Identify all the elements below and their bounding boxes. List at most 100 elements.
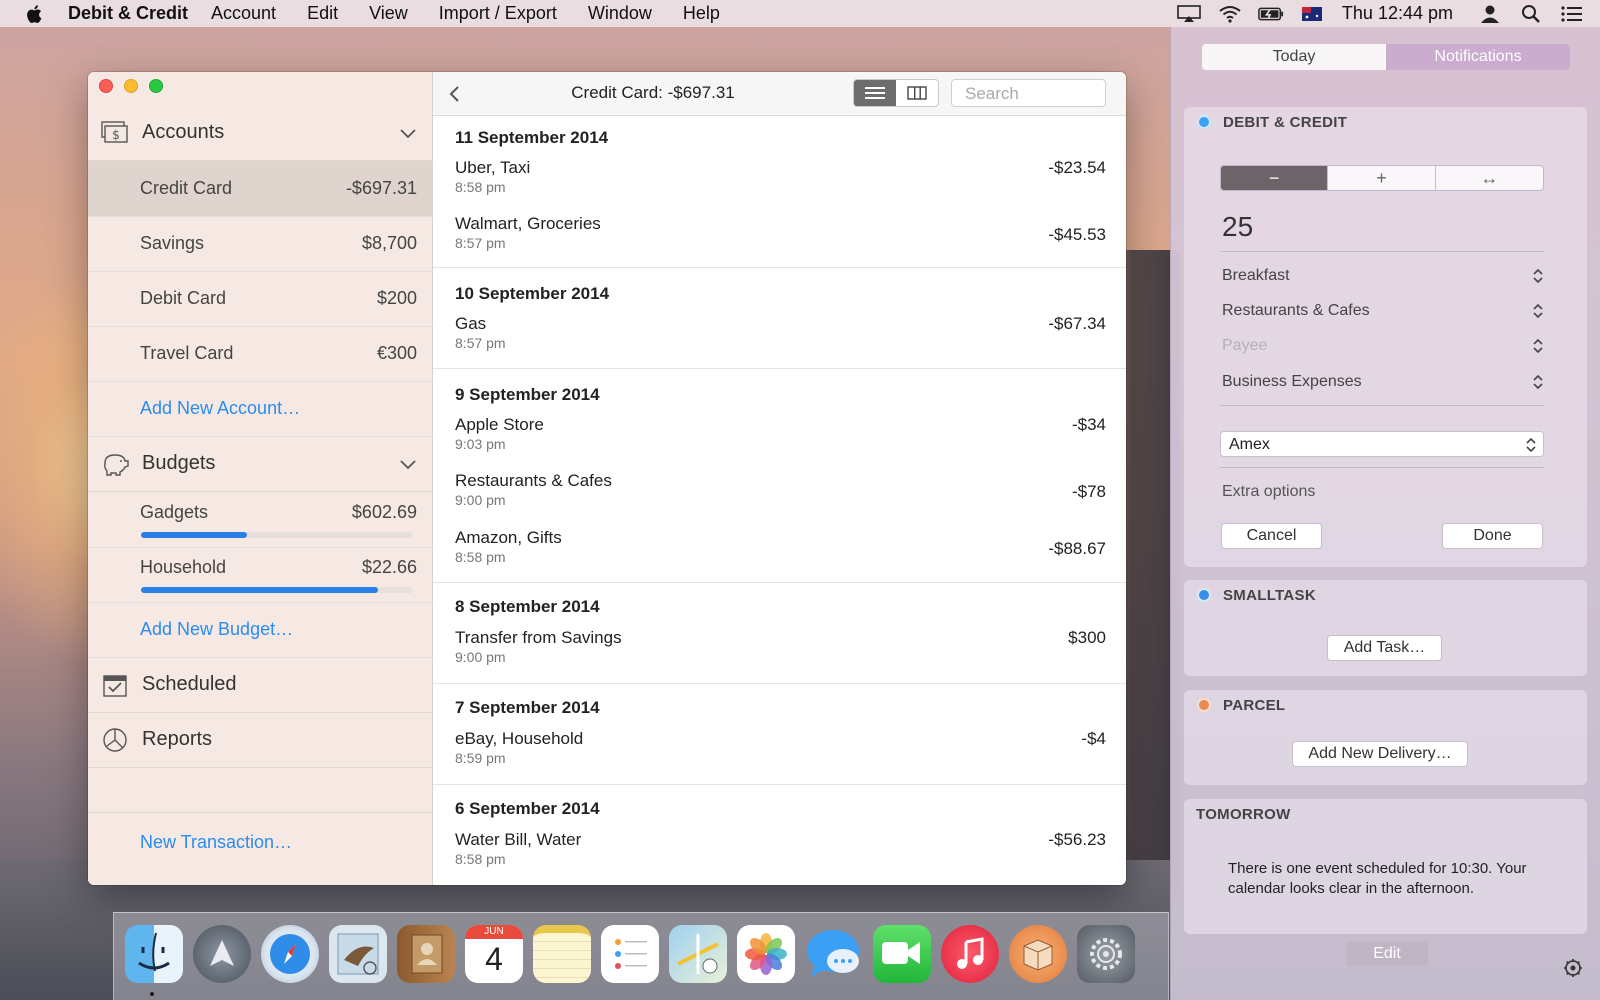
sidebar-item-savings[interactable]: Savings $8,700 — [88, 216, 433, 272]
svg-text:$: $ — [112, 128, 120, 142]
add-new-account-link[interactable]: Add New Account… — [88, 381, 433, 437]
running-app-indicator — [150, 992, 154, 996]
contacts-icon[interactable] — [397, 925, 455, 983]
transaction-name[interactable]: Amazon, Gifts — [455, 528, 562, 548]
menu-window[interactable]: Window — [588, 3, 652, 24]
battery-icon[interactable] — [1258, 4, 1284, 24]
tag-value: Business Expenses — [1222, 373, 1362, 390]
budgets-chevron-down-icon[interactable] — [399, 458, 417, 470]
add-task-button[interactable]: Add Task… — [1327, 635, 1442, 661]
airplay-icon[interactable] — [1176, 4, 1202, 24]
sidebar-item-budget-household[interactable]: Household $22.66 — [88, 547, 433, 603]
safari-icon[interactable] — [261, 925, 319, 983]
app-menu-name[interactable]: Debit & Credit — [68, 3, 188, 24]
messages-icon[interactable] — [805, 925, 863, 983]
sidebar-item-budget-gadgets[interactable]: Gadgets $602.69 — [88, 492, 433, 548]
sidebar-item-debit-card[interactable]: Debit Card $200 — [88, 271, 433, 327]
parcel-app-icon — [1197, 698, 1211, 712]
account-select-value: Amex — [1229, 436, 1270, 453]
menu-edit[interactable]: Edit — [307, 3, 338, 24]
transaction-time: 9:00 pm — [455, 492, 506, 508]
itunes-icon[interactable] — [941, 925, 999, 983]
budgets-section-header[interactable]: Budgets — [88, 436, 433, 492]
search-input[interactable]: Search — [951, 79, 1106, 107]
transaction-name[interactable]: Gas — [455, 314, 486, 334]
menu-import-export[interactable]: Import / Export — [439, 3, 557, 24]
account-label: Savings — [140, 233, 205, 253]
sidebar-item-travel-card[interactable]: Travel Card €300 — [88, 326, 433, 382]
menu-bar: Debit & Credit Account Edit View Import … — [0, 0, 1600, 27]
transaction-amount: $300 — [1068, 628, 1106, 647]
debit-credit-widget: DEBIT & CREDIT − + ↔ 25 Breakfast Restau… — [1184, 107, 1587, 567]
tag-select[interactable]: Business Expenses — [1222, 373, 1544, 391]
zoom-window-button[interactable] — [149, 79, 163, 93]
gear-icon[interactable] — [1563, 958, 1583, 978]
menu-help[interactable]: Help — [683, 3, 720, 24]
back-chevron-icon[interactable] — [447, 84, 463, 104]
transaction-name[interactable]: Walmart, Groceries — [455, 214, 601, 234]
budget-progress-fill — [141, 532, 248, 538]
sidebar-item-reports[interactable]: Reports — [88, 712, 433, 768]
menu-view[interactable]: View — [369, 3, 408, 24]
close-window-button[interactable] — [99, 79, 113, 93]
account-select[interactable]: Amex — [1220, 431, 1544, 457]
sidebar-item-credit-card[interactable]: Credit Card -$697.31 — [88, 161, 433, 217]
amount-field[interactable]: 25 — [1222, 211, 1253, 243]
launchpad-icon[interactable] — [193, 925, 251, 983]
widget-header: PARCEL — [1184, 690, 1587, 720]
add-new-budget-link[interactable]: Add New Budget… — [88, 602, 433, 658]
transaction-name[interactable]: Water Bill, Water — [455, 830, 581, 850]
tab-notifications[interactable]: Notifications — [1386, 44, 1570, 70]
reminders-icon[interactable] — [601, 925, 659, 983]
apple-menu-icon[interactable] — [22, 3, 48, 25]
transaction-name[interactable]: Apple Store — [455, 415, 544, 435]
list-view-button[interactable] — [854, 80, 896, 106]
new-transaction-label: New Transaction… — [140, 832, 293, 852]
tab-today[interactable]: Today — [1202, 44, 1386, 70]
accounts-section-header[interactable]: $ Accounts — [88, 105, 433, 161]
parcel-dock-icon[interactable] — [1009, 925, 1067, 983]
flag-icon[interactable] — [1299, 4, 1325, 24]
user-icon[interactable] — [1477, 4, 1503, 24]
parcel-widget: PARCEL Add New Delivery… — [1184, 690, 1587, 785]
mail-icon[interactable] — [329, 925, 387, 983]
edit-widgets-button[interactable]: Edit — [1346, 942, 1428, 966]
calendar-icon[interactable]: JUN 4 — [465, 925, 523, 983]
notes-icon[interactable] — [533, 925, 591, 983]
extra-options-link[interactable]: Extra options — [1222, 483, 1315, 501]
transaction-name[interactable]: Uber, Taxi — [455, 158, 530, 178]
income-segment[interactable]: + — [1328, 166, 1436, 190]
transaction-name[interactable]: Restaurants & Cafes — [455, 471, 612, 491]
finder-icon[interactable] — [125, 925, 183, 983]
transaction-name[interactable]: eBay, Household — [455, 729, 583, 749]
wifi-icon[interactable] — [1217, 4, 1243, 24]
minimize-window-button[interactable] — [124, 79, 138, 93]
transfer-segment[interactable]: ↔ — [1435, 166, 1543, 190]
column-view-button[interactable] — [896, 80, 938, 106]
add-new-delivery-button[interactable]: Add New Delivery… — [1292, 741, 1468, 767]
new-transaction-link[interactable]: New Transaction… — [88, 812, 433, 872]
budget-progress-track — [141, 587, 413, 593]
transaction-amount: -$88.67 — [1048, 539, 1106, 558]
accounts-chevron-down-icon[interactable] — [399, 127, 417, 139]
maps-icon[interactable] — [669, 925, 727, 983]
done-button[interactable]: Done — [1442, 523, 1543, 549]
sidebar-item-scheduled[interactable]: Scheduled — [88, 657, 433, 713]
expense-segment[interactable]: − — [1221, 166, 1329, 190]
photos-icon[interactable] — [737, 925, 795, 983]
menubar-clock[interactable]: Thu 12:44 pm — [1342, 3, 1453, 24]
facetime-icon[interactable] — [873, 925, 931, 983]
transactions-pane: Credit Card: -$697.31 Search 11 Septembe… — [433, 72, 1126, 885]
spotlight-search-icon[interactable] — [1518, 4, 1544, 24]
transaction-amount: -$78 — [1071, 482, 1106, 501]
notification-center-icon[interactable] — [1559, 4, 1585, 24]
updown-arrows-icon — [1526, 437, 1536, 453]
cancel-button[interactable]: Cancel — [1221, 523, 1322, 549]
transaction-name[interactable]: Transfer from Savings — [455, 628, 622, 648]
payee-select[interactable]: Payee — [1222, 337, 1544, 355]
category-select[interactable]: Restaurants & Cafes — [1222, 302, 1544, 320]
transaction-amount: -$56.23 — [1048, 830, 1106, 849]
note-select[interactable]: Breakfast — [1222, 267, 1544, 285]
system-preferences-icon[interactable] — [1077, 925, 1135, 983]
menu-account[interactable]: Account — [211, 3, 276, 24]
